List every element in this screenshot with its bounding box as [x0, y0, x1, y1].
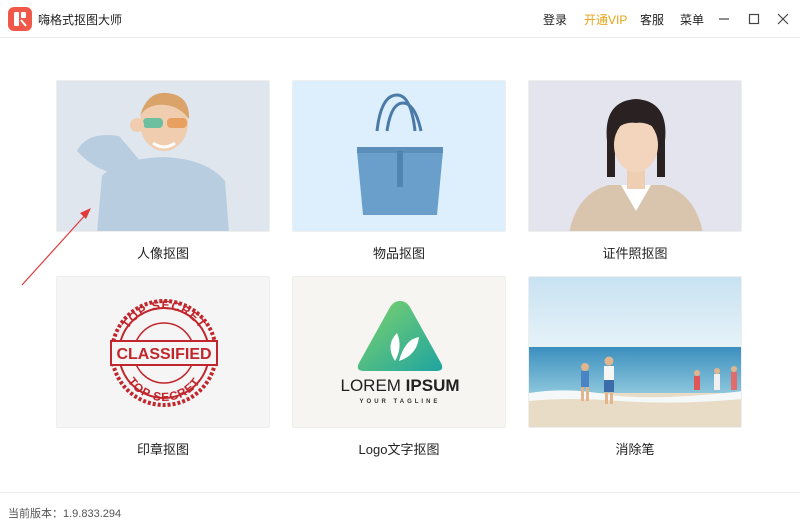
version-text: 当前版本：1.9.833.294: [8, 508, 122, 520]
annotation-arrow-icon: [21, 208, 91, 286]
status-bar: 当前版本：1.9.833.294: [0, 492, 800, 532]
